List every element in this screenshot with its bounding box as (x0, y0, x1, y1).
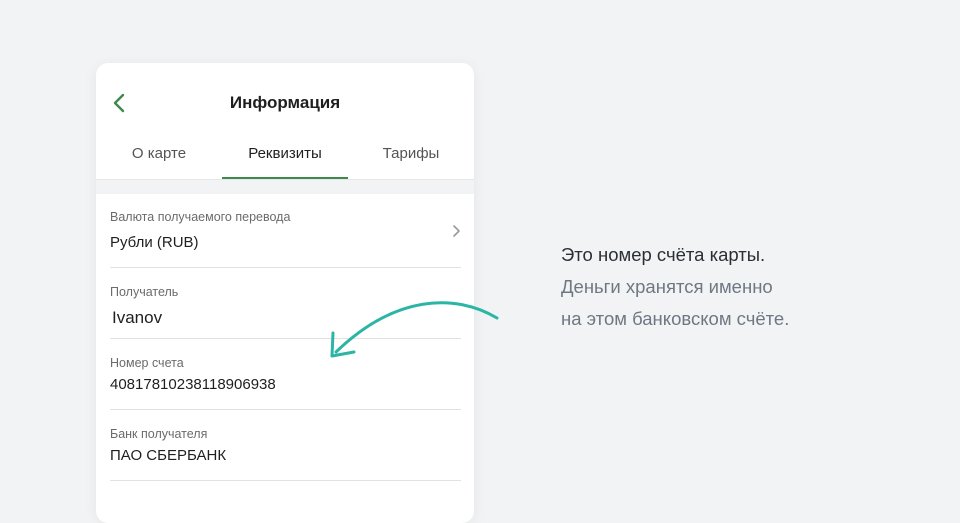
field-label: Номер счета (110, 356, 184, 370)
page-title: Информация (229, 93, 341, 112)
field-label: Банк получателя (110, 427, 208, 441)
tab-about-card[interactable]: О карте (96, 143, 222, 179)
phone-screen: Информация О карте Реквизиты Тарифы Валю… (96, 63, 474, 523)
requisites-list: Валюта получаемого перевода Рубли (RUB) … (96, 194, 474, 481)
field-label: Валюта получаемого перевода (110, 210, 291, 224)
section-gap (96, 180, 474, 194)
field-value: 40817810238118906938 (110, 376, 276, 393)
field-recipient-bank: Банк получателя ПАО СБЕРБАНК (110, 410, 461, 481)
annotation-line-2: Деньги хранятся именно (561, 276, 773, 297)
tab-requisites[interactable]: Реквизиты (222, 143, 348, 179)
tab-bar: О карте Реквизиты Тарифы (96, 143, 474, 179)
field-recipient: Получатель Ivanov (110, 268, 461, 339)
annotation-text: Это номер счёта карты. Деньги хранятся и… (561, 239, 789, 335)
field-label: Получатель (110, 285, 179, 299)
field-transfer-currency[interactable]: Валюта получаемого перевода Рубли (RUB) (110, 194, 461, 268)
annotation-line-1: Это номер счёта карты. (561, 244, 766, 265)
active-tab-indicator (222, 177, 348, 179)
header: Информация (96, 63, 474, 143)
tab-tariffs[interactable]: Тарифы (348, 143, 474, 179)
field-value: Ivanov (112, 308, 163, 327)
annotation-line-3: на этом банковском счёте. (561, 308, 790, 329)
field-value: Рубли (RUB) (110, 234, 199, 251)
field-value: ПАО СБЕРБАНК (110, 447, 227, 464)
chevron-right-icon (453, 225, 460, 237)
field-account-number: Номер счета 40817810238118906938 (110, 339, 461, 410)
